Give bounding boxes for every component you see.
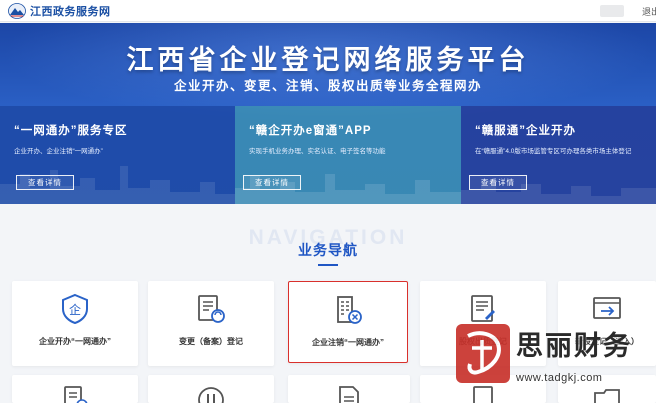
- nav-card-row2-3[interactable]: [288, 375, 410, 403]
- window-transfer-icon: [593, 297, 621, 319]
- panel-title: “赣企开办e窗通”APP: [249, 125, 372, 137]
- svg-text:企: 企: [69, 302, 81, 317]
- panel-app[interactable]: “赣企开办e窗通”APP 实现手机业务办理、实名认证、电子签名等功能 查看详情: [235, 106, 461, 204]
- nav-card-row2-2[interactable]: [148, 375, 274, 403]
- panel-gan-fu-tong[interactable]: “赣服通”企业开办 在“赣服通”4.0版市场监管专区可办理各类市场主体登记 查看…: [461, 106, 656, 204]
- document-list-icon: [339, 386, 359, 403]
- panel-title: “一网通办”服务专区: [14, 125, 128, 137]
- logout-link[interactable]: 退出: [642, 5, 656, 18]
- view-details-button[interactable]: 查看详情: [469, 175, 527, 190]
- watermark-name: 思丽财务: [516, 331, 632, 361]
- site-logo[interactable]: 江西政务服务网: [8, 2, 111, 20]
- document-exchange-icon: [64, 386, 88, 403]
- nav-card-label: 企业注销“一网通办”: [312, 338, 384, 347]
- hero-subtitle: 企业开办、变更、注销、股权出质等业务全程网办: [173, 79, 482, 93]
- user-name-blurred[interactable]: [600, 5, 624, 17]
- document-refresh-icon: [198, 295, 225, 323]
- shield-enterprise-icon: 企: [62, 293, 88, 325]
- logo-mountain-icon: [8, 3, 26, 19]
- view-details-button[interactable]: 查看详情: [16, 175, 74, 190]
- nav-card-enterprise-cancel[interactable]: 企业注销“一网通办”: [288, 281, 408, 363]
- building-cancel-icon: [337, 296, 362, 324]
- nav-section-title: 业务导航: [298, 242, 358, 258]
- document-icon: [473, 386, 493, 403]
- nav-card-label: 变更（备案）登记: [179, 337, 243, 346]
- site-name: 江西政务服务网: [30, 6, 111, 18]
- panel-title: “赣服通”企业开办: [475, 125, 576, 137]
- watermark-url: www.tadgkj.com: [516, 372, 603, 384]
- panel-desc: 实现手机业务办理、实名认证、电子签名等功能: [249, 148, 386, 155]
- hero-title: 江西省企业登记网络服务平台: [126, 45, 530, 75]
- nav-card-row2-1[interactable]: [12, 375, 138, 403]
- panel-desc: 在“赣服通”4.0版市场监管专区可办理各类市场主体登记: [475, 148, 632, 155]
- folder-icon: [594, 389, 620, 403]
- user-area: 退出: [600, 3, 656, 19]
- pause-circle-icon: [198, 387, 224, 403]
- top-bar: 江西政务服务网 退出: [0, 0, 656, 22]
- hero-banner: 江西省企业登记网络服务平台 企业开办、变更、注销、股权出质等业务全程网办 “一网…: [0, 23, 656, 204]
- nav-card-change-registration[interactable]: 变更（备案）登记: [148, 281, 274, 366]
- watermark-logo-icon: [456, 324, 510, 383]
- panel-desc: 企业开办、企业注销“一网通办”: [14, 148, 103, 155]
- document-edit-icon: [471, 295, 495, 322]
- nav-card-enterprise-open[interactable]: 企 企业开办“一网通办”: [12, 281, 138, 366]
- view-details-button[interactable]: 查看详情: [243, 175, 301, 190]
- nav-title-underline: [318, 264, 338, 266]
- panel-one-stop[interactable]: “一网通办”服务专区 企业开办、企业注销“一网通办” 查看详情: [0, 106, 235, 204]
- nav-card-label: 企业开办“一网通办”: [39, 337, 111, 346]
